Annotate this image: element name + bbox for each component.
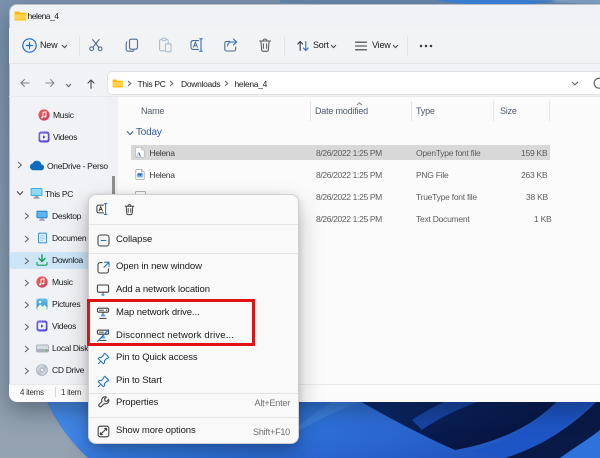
svg-text:A: A xyxy=(136,151,141,158)
